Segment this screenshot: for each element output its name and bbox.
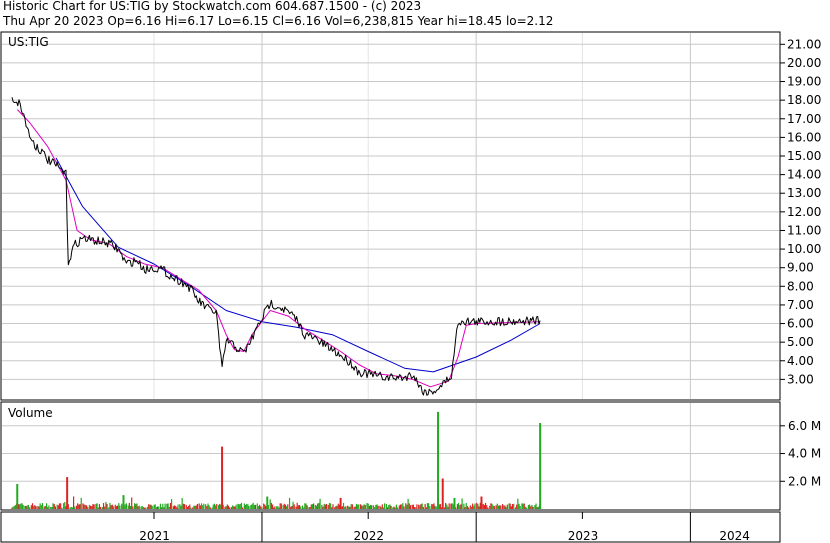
volume-panel-title: Volume xyxy=(8,406,53,420)
price-tick-label: 16.00 xyxy=(787,130,821,144)
price-tick-label: 14.00 xyxy=(787,168,821,182)
price-tick-label: 15.00 xyxy=(787,149,821,163)
date-tick-label: 2022 xyxy=(354,529,385,543)
volume-tick-label: 4.0 M xyxy=(788,447,821,461)
price-tick-label: 17.00 xyxy=(787,112,821,126)
date-axis-panel xyxy=(0,511,781,543)
volume-tick-label: 2.0 M xyxy=(788,474,821,488)
price-axis: 3.00 4.00 5.00 6.00 7.00 8.00 9.00 10.00 11.00 12… xyxy=(780,37,821,386)
price-tick-label: 3.00 xyxy=(787,372,814,386)
price-tick-label: 8.00 xyxy=(787,279,814,293)
date-tick-label: 2023 xyxy=(568,529,599,543)
volume-tick-label: 6.0 M xyxy=(788,419,821,433)
price-tick-label: 13.00 xyxy=(787,186,821,200)
price-tick-label: 18.00 xyxy=(787,93,821,107)
price-tick-label: 9.00 xyxy=(787,261,814,275)
date-tick-label: 2024 xyxy=(719,529,750,543)
date-tick-label: 2021 xyxy=(139,529,170,543)
price-panel xyxy=(0,31,781,401)
price-tick-label: 4.00 xyxy=(787,354,814,368)
price-tick-label: 21.00 xyxy=(787,37,821,51)
price-tick-label: 11.00 xyxy=(787,223,821,237)
price-tick-label: 10.00 xyxy=(787,242,821,256)
price-panel-title: US:TIG xyxy=(8,35,49,49)
volume-axis: 2.0 M 4.0 M 6.0 M xyxy=(780,419,821,488)
price-tick-label: 19.00 xyxy=(787,75,821,89)
price-tick-label: 12.00 xyxy=(787,205,821,219)
volume-panel xyxy=(0,401,781,511)
price-tick-label: 20.00 xyxy=(787,56,821,70)
stock-chart: 3.00 4.00 5.00 6.00 7.00 8.00 9.00 10.00 11.00 12… xyxy=(0,31,821,543)
price-tick-label: 5.00 xyxy=(787,335,814,349)
price-tick-label: 7.00 xyxy=(787,298,814,312)
price-tick-label: 6.00 xyxy=(787,317,814,331)
